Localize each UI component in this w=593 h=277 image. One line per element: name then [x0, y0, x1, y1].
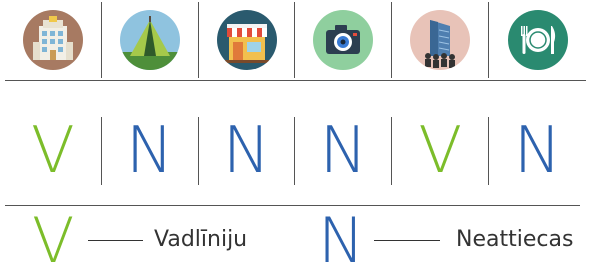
rating-cell: N: [295, 114, 393, 188]
restaurant-plate-icon: [507, 10, 568, 70]
icon-cell: [102, 2, 199, 78]
rating-letter: N: [513, 114, 562, 188]
icon-cell: [5, 2, 102, 78]
rating-letter: N: [125, 114, 174, 188]
rating-cell: N: [199, 117, 296, 185]
apartment-building-icon: [22, 10, 83, 70]
camping-tent-icon: [119, 10, 180, 70]
rating-cell: N: [102, 117, 199, 185]
icon-row: [5, 0, 586, 81]
icon-cell: [295, 2, 393, 78]
icon-cell: [489, 2, 586, 78]
legend-n-line: [374, 240, 440, 241]
shop-storefront-icon: [216, 10, 277, 70]
rating-letter: V: [31, 114, 75, 188]
rating-letter: V: [418, 114, 463, 188]
legend: V Vadlīniju N Neattiecas: [0, 204, 593, 277]
icon-cell: [199, 2, 296, 78]
rating-cell: V: [5, 117, 102, 185]
rating-cell: V: [392, 114, 490, 188]
legend-v-label: Vadlīniju: [154, 227, 248, 252]
rating-row: V N N N V N: [5, 103, 586, 199]
icon-cell: [392, 2, 490, 78]
legend-n-letter: N: [318, 204, 365, 277]
category-grid: V N N N V N: [5, 0, 586, 199]
rating-cell: N: [489, 117, 586, 185]
camera-icon: [313, 10, 374, 70]
rating-letter: N: [319, 114, 368, 188]
legend-divider: [5, 205, 580, 206]
legend-v-line: [88, 240, 143, 241]
rating-letter: N: [222, 114, 271, 188]
legend-v-letter: V: [32, 204, 75, 277]
legend-n-label: Neattiecas: [456, 227, 574, 252]
office-tower-people-icon: [410, 10, 471, 70]
